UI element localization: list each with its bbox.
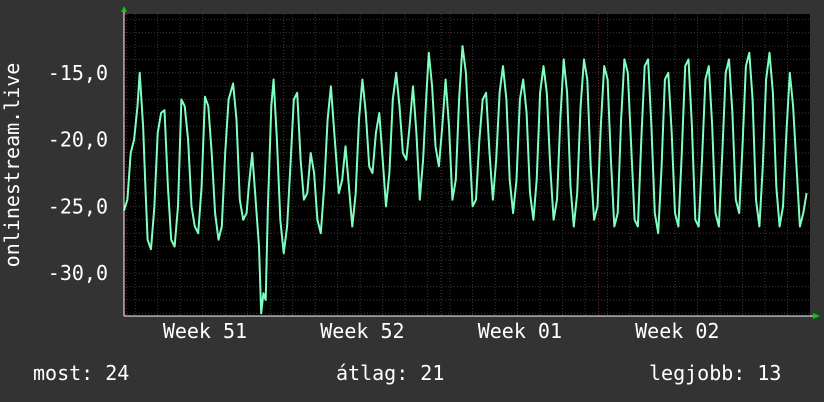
x-axis-arrow: [813, 313, 820, 319]
y-tick-label: -30,0: [48, 261, 108, 285]
chart: -15,0-20,0-25,0-30,0 Week 51 Week 52 Week …: [0, 6, 820, 343]
y-axis-label: onlinestream.live: [0, 63, 24, 268]
x-tick-label: Week 01: [478, 319, 562, 343]
x-ticks: Week 51 Week 52 Week 01 Week 02: [163, 319, 720, 343]
stat-average-label: átlag:: [336, 361, 409, 385]
x-tick-label: Week 02: [635, 319, 719, 343]
stat-best-value: 13: [757, 361, 782, 385]
x-tick-label: Week 52: [320, 319, 404, 343]
stat-best-label: legjobb:: [649, 361, 746, 385]
stat-average: átlag: 21: [336, 361, 444, 385]
y-tick-label: -15,0: [48, 61, 108, 85]
stat-current-label: most:: [33, 361, 94, 385]
y-ticks: -15,0 -20,0 -25,0 -30,0: [48, 61, 108, 285]
stat-current: most: 24: [33, 361, 129, 385]
stat-current-value: 24: [105, 361, 130, 385]
stat-average-value: 21: [420, 361, 445, 385]
y-tick-label: -20,0: [48, 128, 108, 152]
y-axis-arrow: [121, 6, 127, 12]
x-tick-label: Week 51: [163, 319, 247, 343]
stat-best: legjobb: 13: [649, 361, 781, 385]
y-tick-label: -25,0: [48, 194, 108, 218]
